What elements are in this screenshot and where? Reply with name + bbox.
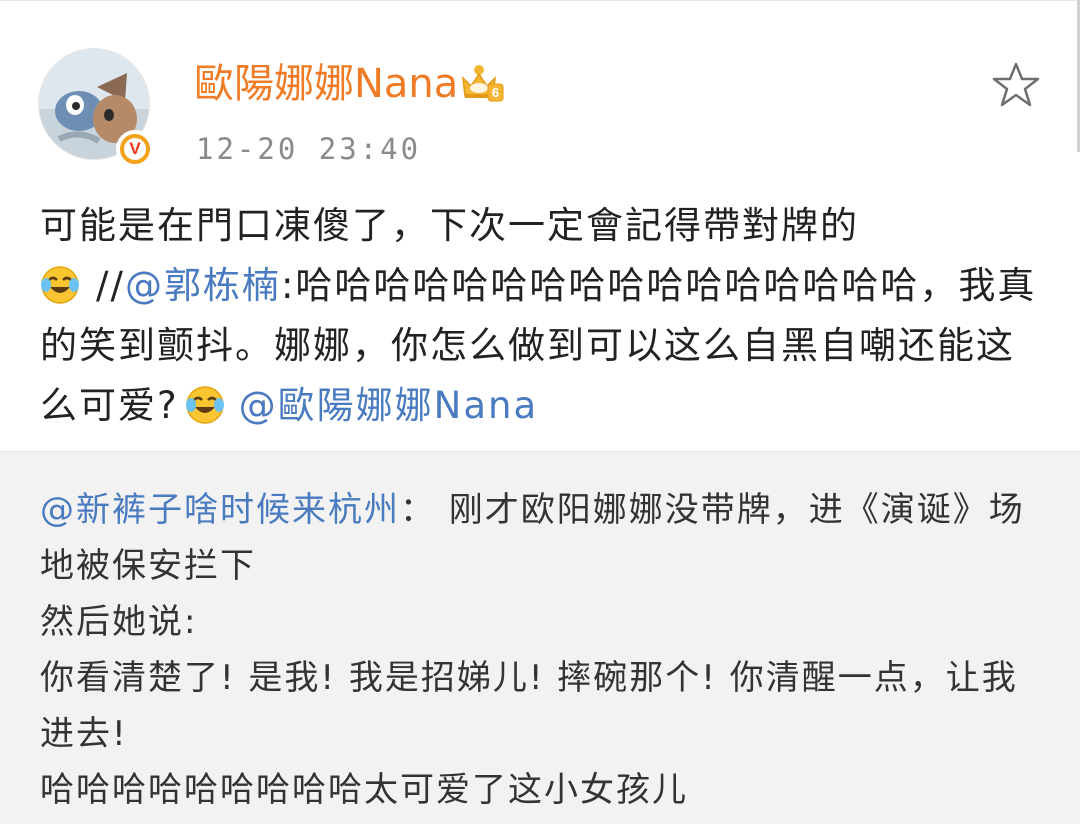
mention-link-2[interactable]: @歐陽娜娜Nana — [239, 384, 538, 427]
laughing-crying-emoji-icon — [41, 266, 79, 304]
original-post-body: @新裤子啥时候来杭州： 刚才欧阳娜娜没带牌，进《演诞》场地被保安拦下 然后她说:… — [40, 482, 1050, 818]
weibo-post-screen: V 歐陽娜娜Nana 6 12-20 23:40 可能是在門口凍傻了，下次一定會… — [0, 0, 1080, 824]
username[interactable]: 歐陽娜娜Nana — [194, 58, 458, 110]
post-body: 可能是在門口凍傻了，下次一定會記得帶對牌的 //@郭栋楠:哈哈哈哈哈哈哈哈哈哈哈… — [40, 196, 1050, 436]
mention-link-1[interactable]: @郭栋楠 — [125, 264, 281, 307]
original-post-line: 哈哈哈哈哈哈哈哈哈太可爱了这小女孩儿 — [40, 770, 688, 810]
vip-level-label: 6 — [492, 85, 499, 100]
laughing-crying-emoji-icon — [185, 386, 224, 424]
original-post-line: 然后她说: — [40, 602, 198, 642]
original-post-line: 你看清楚了! 是我! 我是招娣儿! 摔碗那个! 你清醒一点，让我进去! — [40, 658, 1018, 754]
avatar[interactable]: V — [38, 48, 154, 168]
original-author-mention[interactable]: @新裤子啥时候来杭州 — [40, 490, 400, 530]
original-post-line: @新裤子啥时候来杭州： 刚才欧阳娜娜没带牌，进《演诞》场地被保安拦下 — [40, 482, 1050, 594]
post-main-text: 可能是在門口凍傻了，下次一定會記得帶對牌的 — [40, 204, 859, 247]
verified-badge: V — [116, 130, 154, 168]
post-timestamp: 12-20 23:40 — [196, 132, 422, 166]
original-post-card[interactable]: @新裤子啥时候来杭州： 刚才欧阳娜娜没带牌，进《演诞》场地被保安拦下 然后她说:… — [0, 451, 1080, 824]
verified-v-badge-icon: V — [124, 138, 146, 160]
crown-vip-icon[interactable]: 6 — [458, 62, 504, 104]
star-outline-icon[interactable] — [990, 60, 1042, 110]
repost-separator: // — [96, 264, 125, 307]
top-divider — [0, 0, 1080, 1]
